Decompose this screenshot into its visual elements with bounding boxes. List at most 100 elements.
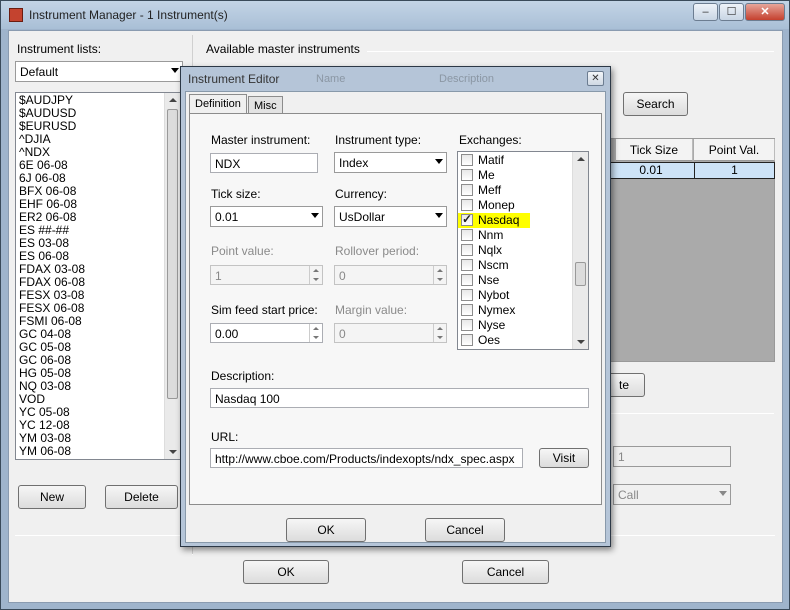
dialog-cancel-button[interactable]: Cancel — [425, 518, 505, 542]
chevron-down-icon — [435, 213, 443, 218]
exchange-item[interactable]: Nybot — [458, 288, 588, 303]
tick-size-label: Tick size: — [211, 187, 261, 201]
exchange-checkbox[interactable] — [461, 212, 473, 227]
exchange-label: Nymex — [478, 303, 516, 317]
dialog-ok-button[interactable]: OK — [286, 518, 366, 542]
margin-value-spinner: 0 — [334, 323, 447, 343]
master-instruments-grid[interactable]: Tick Size Point Val. 0.01 1 — [605, 138, 775, 362]
spinner-buttons — [309, 266, 322, 284]
instrument-type-label: Instrument type: — [335, 133, 422, 147]
instrument-list[interactable]: $AUDJPY $AUDUSD $EURUSD ^DJIA ^NDX 6E 06-08 6J… — [15, 92, 181, 460]
title-bar[interactable]: Instrument Manager - 1 Instrument(s) – ☐… — [1, 1, 789, 29]
url-field[interactable]: http://www.cboe.com/Products/indexopts/n… — [210, 448, 523, 468]
exchange-item[interactable]: Monep — [458, 198, 588, 213]
scroll-up-icon[interactable] — [577, 157, 585, 161]
exchange-checkbox[interactable] — [461, 169, 473, 181]
exchanges-scrollbar[interactable] — [572, 152, 588, 349]
exchange-item[interactable]: Nymex — [458, 303, 588, 318]
exchange-item[interactable]: Meff — [458, 183, 588, 198]
tab-definition[interactable]: Definition — [189, 94, 247, 114]
chevron-down-icon — [719, 491, 727, 496]
exchange-checkbox[interactable] — [461, 274, 473, 286]
option-type-value: Call — [618, 488, 639, 502]
instrument-lists-combo[interactable]: Default — [15, 61, 183, 82]
exchange-item[interactable]: Nqlx — [458, 243, 588, 258]
rollover-period-value: 0 — [339, 269, 346, 283]
exchange-checkbox[interactable] — [461, 319, 473, 331]
exchange-item[interactable]: Nyse — [458, 318, 588, 333]
instrument-lists-combo-value: Default — [20, 65, 59, 79]
scroll-thumb[interactable] — [167, 109, 178, 399]
visit-button[interactable]: Visit — [539, 448, 589, 468]
margin-value-value: 0 — [339, 327, 346, 341]
dialog-title: Instrument Editor — [188, 72, 280, 86]
cancel-button[interactable]: Cancel — [462, 560, 549, 584]
spinner-buttons[interactable] — [309, 324, 322, 342]
exchange-label: Meff — [478, 183, 502, 197]
search-button[interactable]: Search — [623, 92, 688, 116]
exchange-item[interactable]: Nasdaq — [458, 212, 530, 228]
exchange-checkbox[interactable] — [461, 184, 473, 196]
exchange-label: Nscm — [478, 258, 509, 272]
chevron-down-icon — [171, 68, 179, 73]
exchange-item[interactable]: Me — [458, 168, 588, 183]
exchange-checkbox[interactable] — [461, 199, 473, 211]
tick-size-combo[interactable]: 0.01 — [210, 206, 323, 227]
exchange-label: Matif — [478, 153, 505, 167]
exchange-checkbox[interactable] — [461, 289, 473, 301]
exchange-checkbox[interactable] — [461, 259, 473, 271]
tab-misc[interactable]: Misc — [248, 96, 283, 114]
chevron-down-icon — [311, 213, 319, 218]
instrument-type-value: Index — [339, 156, 369, 170]
margin-value-label: Margin value: — [335, 303, 408, 317]
exchange-item[interactable]: Nscm — [458, 258, 588, 273]
maximize-button[interactable]: ☐ — [719, 3, 744, 21]
exchange-item[interactable]: Nnm — [458, 228, 588, 243]
sim-feed-spinner[interactable]: 0.00 — [210, 323, 323, 343]
currency-value: UsDollar — [339, 210, 386, 224]
master-instrument-field[interactable]: NDX — [210, 153, 318, 173]
exchange-item[interactable]: Oes — [458, 333, 588, 348]
spinner-buttons — [433, 324, 446, 342]
exchange-label: Nse — [478, 273, 500, 287]
scroll-down-icon[interactable] — [577, 340, 585, 344]
exchange-label: Oes — [478, 333, 501, 347]
option-type-combo: Call — [613, 484, 731, 505]
currency-combo[interactable]: UsDollar — [334, 206, 447, 227]
exchange-item[interactable]: Nse — [458, 273, 588, 288]
point-value-label: Point value: — [211, 244, 274, 258]
rollover-period-spinner: 0 — [334, 265, 447, 285]
close-button[interactable]: ✕ — [745, 3, 785, 21]
scroll-up-icon[interactable] — [169, 98, 177, 102]
exchange-checkbox[interactable] — [461, 154, 473, 166]
point-val-header[interactable]: Point Val. — [694, 139, 775, 161]
exchange-checkbox[interactable] — [461, 229, 473, 241]
new-button[interactable]: New — [18, 485, 86, 509]
definition-tab-page: Master instrument: NDX Tick size: 0.01 P… — [189, 113, 602, 505]
scroll-thumb[interactable] — [575, 262, 586, 286]
scroll-down-icon[interactable] — [169, 450, 177, 454]
minimize-button[interactable]: – — [693, 3, 718, 21]
url-label: URL: — [211, 430, 239, 444]
instrument-lists-label: Instrument lists: — [17, 42, 102, 56]
point-val-cell[interactable]: 1 — [694, 162, 775, 179]
description-label: Description: — [211, 369, 275, 383]
instrument-type-combo[interactable]: Index — [334, 152, 447, 173]
instrument-list-scrollbar[interactable] — [164, 93, 180, 459]
tick-size-header[interactable]: Tick Size — [616, 139, 693, 161]
exchange-checkbox[interactable] — [461, 334, 473, 346]
dialog-body: Definition Misc Master instrument: NDX T… — [185, 91, 606, 543]
available-separator — [367, 51, 774, 52]
ghost-description-header: Description — [439, 73, 495, 85]
list-item[interactable]: YM 06-08 — [16, 445, 180, 458]
exchange-checkbox[interactable] — [461, 244, 473, 256]
description-field[interactable]: Nasdaq 100 — [210, 388, 589, 408]
ok-button[interactable]: OK — [243, 560, 329, 584]
tick-size-cell[interactable]: 0.01 — [606, 162, 695, 179]
dialog-close-icon[interactable]: ✕ — [587, 71, 604, 86]
exchanges-list[interactable]: MatifMeMeffMonepNasdaqNnmNqlxNscmNseNybo… — [457, 151, 589, 350]
delete-button[interactable]: Delete — [105, 485, 178, 509]
exchange-checkbox[interactable] — [461, 304, 473, 316]
point-value-spinner: 1 — [210, 265, 323, 285]
exchange-item[interactable]: Matif — [458, 153, 588, 168]
